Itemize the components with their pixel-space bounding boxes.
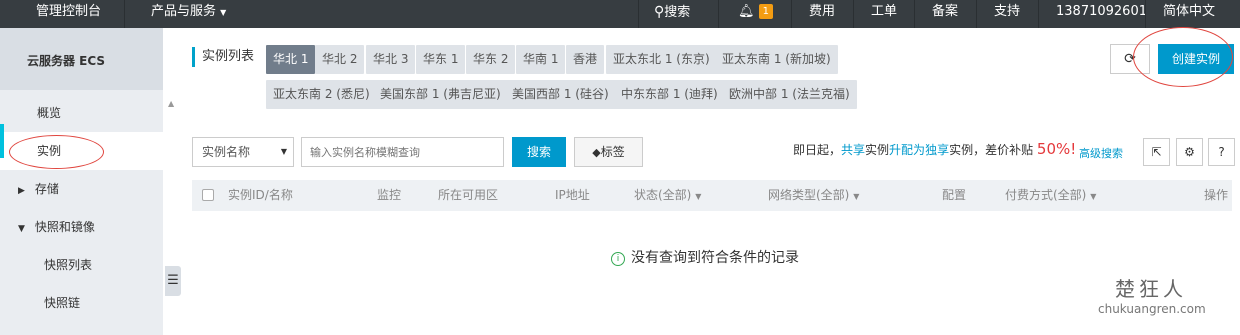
caret-down-icon: ▼	[1090, 192, 1097, 201]
annotation-ellipse	[1133, 27, 1233, 87]
sidebar-item-label: 存储	[34, 182, 59, 196]
column-header: 付费方式(全部)	[1005, 188, 1087, 202]
network-type-filter[interactable]: 网络类型(全部) ▼	[768, 180, 859, 212]
tab-region[interactable]: 亚太东北 1 (东京)	[606, 45, 717, 74]
column-header: 监控	[377, 188, 402, 202]
sidebar-item-label: 快照列表	[44, 258, 93, 272]
tab-region[interactable]: 华东 1	[416, 45, 466, 74]
tags-button[interactable]: ◆标签	[574, 137, 643, 167]
tickets-link[interactable]: 工单	[871, 0, 897, 28]
instance-list-title: 实例列表	[192, 47, 254, 67]
caret-down-icon: ▼	[853, 192, 860, 201]
column-header: IP地址	[555, 188, 590, 202]
promo-text: 即日起，	[793, 143, 842, 157]
filter-select-value: 实例名称	[202, 145, 251, 159]
top-navbar: 管理控制台 产品与服务 ▼ ⚲搜索 🔔︎ 1 费用 工单 备案 支持 13871…	[0, 0, 1240, 28]
column-header: 实例ID/名称	[228, 188, 293, 202]
search-icon: ⚲	[654, 4, 665, 20]
tab-region[interactable]: 华东 2	[466, 45, 516, 74]
scroll-up-icon[interactable]: ▲	[168, 99, 174, 108]
account-phone[interactable]: 13871092601	[1056, 0, 1147, 28]
caret-down-icon: ▼	[280, 147, 287, 156]
info-icon: i	[611, 252, 625, 266]
sidebar-item-overview[interactable]: 概览	[0, 94, 163, 132]
sidebar-item-snapshot-list[interactable]: 快照列表	[0, 246, 163, 284]
caret-down-icon: ▼	[695, 192, 702, 201]
promo-percent: 50%!	[1036, 140, 1077, 158]
search-link[interactable]: ⚲搜索	[654, 0, 690, 28]
active-indicator	[0, 124, 4, 158]
annotation-ellipse	[9, 135, 104, 169]
help-icon: ?	[1218, 145, 1225, 159]
sidebar-item-label: 快照和镜像	[34, 220, 95, 234]
promo-link-shared[interactable]: 共享	[841, 143, 865, 157]
sidebar-item-snapshot-chain[interactable]: 快照链	[0, 284, 163, 322]
notification-badge: 1	[758, 4, 774, 19]
tags-label: 标签	[600, 145, 625, 159]
tab-region[interactable]: 中东东部 1 (迪拜)	[614, 80, 725, 109]
search-label: 搜索	[664, 5, 691, 20]
notifications[interactable]: 🔔︎ 1	[738, 0, 774, 28]
tab-region[interactable]: 亚太东南 1 (新加坡)	[715, 45, 838, 74]
search-button[interactable]: 搜索	[512, 137, 566, 167]
help-button[interactable]: ?	[1208, 138, 1235, 166]
tab-region[interactable]: 美国东部 1 (弗吉尼亚)	[373, 80, 508, 109]
column-header: 网络类型(全部)	[768, 188, 850, 202]
sidebar-item-label: 快照链	[44, 296, 81, 310]
column-header: 状态(全部)	[634, 188, 692, 202]
sidebar-item-storage[interactable]: ▶ 存储	[0, 170, 163, 208]
caret-down-icon: ▼	[18, 224, 25, 234]
sidebar-title: 云服务器 ECS	[0, 28, 163, 90]
select-all-checkbox[interactable]	[202, 189, 214, 201]
tag-icon: ◆	[592, 146, 601, 159]
export-button[interactable]: ⇱	[1143, 138, 1170, 166]
settings-button[interactable]: ⚙	[1176, 138, 1203, 166]
watermark-logo: 楚狂人	[1115, 277, 1187, 301]
promo-banner: 即日起，共享实例升配为独享实例，差价补贴 50%!	[793, 140, 1076, 159]
tab-region[interactable]: 华北 1	[266, 45, 316, 74]
promo-text: 实例，差价补贴	[949, 143, 1037, 157]
advanced-search-link[interactable]: 高级搜索	[1079, 145, 1123, 161]
watermark-url: chukuangren.com	[1098, 302, 1206, 316]
support-link[interactable]: 支持	[994, 0, 1020, 28]
gear-icon: ⚙	[1184, 145, 1195, 159]
billing-method-filter[interactable]: 付费方式(全部) ▼	[1005, 180, 1096, 212]
products-menu[interactable]: 产品与服务 ▼	[151, 0, 226, 28]
tab-region[interactable]: 华北 2	[315, 45, 365, 74]
caret-down-icon: ▼	[220, 8, 227, 17]
promo-link-exclusive[interactable]: 独享	[925, 143, 949, 157]
sidebar: 云服务器 ECS 概览 实例 ▶ 存储 ▼ 快照和镜像 快照列表 快照链	[0, 28, 163, 335]
console-link[interactable]: 管理控制台	[36, 0, 101, 28]
tab-region[interactable]: 亚太东南 2 (悉尼)	[266, 80, 377, 109]
status-filter[interactable]: 状态(全部) ▼	[634, 180, 701, 212]
export-icon: ⇱	[1151, 145, 1162, 159]
sidebar-collapse-icon[interactable]: ☰	[165, 266, 181, 296]
sidebar-item-snapshots-images[interactable]: ▼ 快照和镜像	[0, 208, 163, 246]
promo-text: 实例	[865, 143, 890, 157]
products-label: 产品与服务	[151, 4, 217, 19]
empty-state-text: 没有查询到符合条件的记录	[631, 250, 799, 266]
search-input[interactable]	[301, 137, 504, 167]
column-header: 配置	[942, 188, 967, 202]
caret-right-icon: ▶	[18, 186, 25, 196]
icp-link[interactable]: 备案	[932, 0, 958, 28]
bell-icon: 🔔︎	[738, 4, 755, 19]
language-switch[interactable]: 简体中文	[1163, 0, 1215, 28]
filter-select[interactable]: 实例名称 ▼	[192, 137, 294, 167]
empty-state: i 没有查询到符合条件的记录	[611, 247, 799, 267]
column-header: 所在可用区	[438, 188, 499, 202]
column-header: 操作	[1204, 188, 1229, 202]
tab-region[interactable]: 华北 3	[366, 45, 416, 74]
sidebar-item-label: 概览	[37, 106, 62, 120]
tab-region[interactable]: 欧洲中部 1 (法兰克福)	[722, 80, 857, 109]
table-header: 实例ID/名称 监控 所在可用区 IP地址 状态(全部) ▼ 网络类型(全部) …	[192, 180, 1232, 211]
tab-region[interactable]: 华南 1	[516, 45, 566, 74]
tab-region[interactable]: 美国西部 1 (硅谷)	[505, 80, 616, 109]
billing-link[interactable]: 费用	[809, 0, 835, 28]
promo-link-upgrade[interactable]: 升配为	[889, 143, 925, 157]
tab-region[interactable]: 香港	[566, 45, 605, 74]
